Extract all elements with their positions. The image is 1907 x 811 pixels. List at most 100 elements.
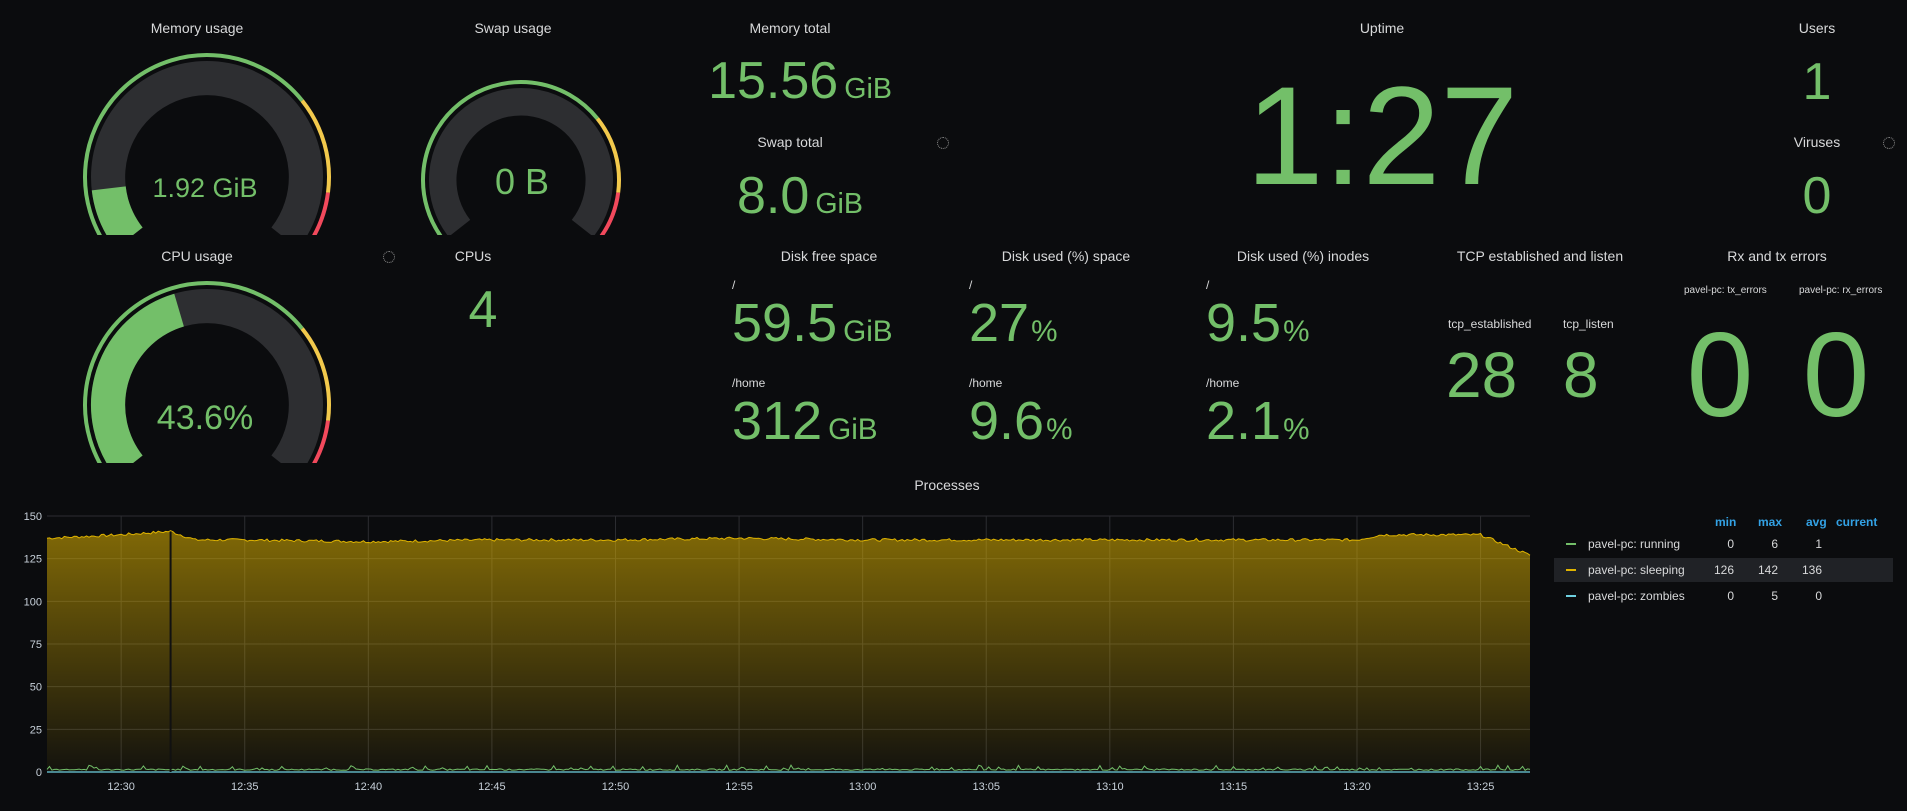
loading-spinner-icon (937, 137, 949, 149)
legend-item-avg: 0 (1815, 589, 1822, 603)
memory-total-unit: GiB (844, 73, 892, 105)
disk-used-space-home-value: 9.6% (969, 394, 1072, 448)
gauge-value-arc (91, 293, 185, 463)
processes-chart: 0 25 50 75 100 125 150 12:30 12:35 12:40 12:45 12:5… (24, 511, 1531, 793)
swap-total-title: Swap total (757, 134, 823, 150)
y-tick-label: 150 (24, 511, 42, 523)
legend-item-min: 0 (1727, 589, 1734, 603)
tcp-title: TCP established and listen (1456, 248, 1624, 264)
viruses-value: 0 (1802, 167, 1832, 225)
legend-item-label[interactable]: pavel-pc: running (1588, 537, 1680, 551)
legend-item-max: 6 (1771, 537, 1778, 551)
memory-usage-title: Memory usage (150, 20, 244, 36)
disk-free-root-label: / (732, 278, 736, 292)
legend-header-min[interactable]: min (1715, 515, 1736, 529)
disk-free-root-value: 59.5 GiB (732, 296, 893, 350)
tx-errors-label: pavel-pc: tx_errors (1684, 285, 1767, 296)
rx-errors-value: 0 (1802, 308, 1870, 442)
x-tick-label: 12:45 (478, 781, 506, 793)
disk-free-root-unit: GiB (843, 315, 893, 348)
series-area-sleeping (47, 530, 1530, 772)
x-tick-label: 12:55 (725, 781, 753, 793)
y-tick-label: 25 (30, 724, 42, 736)
disk-used-inodes-title: Disk used (%) inodes (1236, 248, 1370, 264)
x-tick-label: 12:50 (602, 781, 630, 793)
disk-used-inodes-root-label: / (1206, 278, 1210, 292)
disk-used-space-root-label: / (969, 278, 973, 292)
loading-spinner-icon (1883, 137, 1895, 149)
series-color-swatch (1566, 543, 1576, 545)
disk-used-space-root-unit: % (1031, 315, 1058, 348)
loading-spinner-icon (383, 251, 395, 263)
cpu-usage-value: 43.6% (156, 399, 254, 437)
legend-item-running[interactable]: pavel-pc: running 0 6 1 (1554, 532, 1893, 556)
x-tick-label: 12:35 (231, 781, 259, 793)
legend-item-avg: 136 (1801, 563, 1822, 577)
legend-item-label[interactable]: pavel-pc: zombies (1588, 589, 1685, 603)
disk-used-inodes-root-number: 9.5 (1206, 293, 1282, 353)
disk-used-inodes-home-number: 2.1 (1206, 391, 1282, 451)
disk-free-title: Disk free space (780, 248, 878, 264)
y-tick-label: 125 (24, 554, 42, 566)
tcp-established-label: tcp_established (1448, 317, 1532, 331)
series-color-swatch (1566, 569, 1576, 571)
disk-free-home-number: 312 (732, 391, 823, 451)
tcp-listen-label: tcp_listen (1563, 317, 1614, 331)
x-tick-label: 13:00 (849, 781, 877, 793)
users-value: 1 (1802, 53, 1832, 111)
legend-item-max: 142 (1757, 563, 1778, 577)
x-tick-label: 13:20 (1343, 781, 1371, 793)
cpus-value: 4 (468, 281, 498, 339)
disk-free-root-number: 59.5 (732, 293, 838, 353)
swap-total-unit: GiB (815, 188, 863, 220)
legend-item-min: 0 (1727, 537, 1734, 551)
memory-total-number: 15.56 (708, 52, 839, 110)
disk-used-space-home-label: /home (969, 376, 1003, 390)
legend-header-avg[interactable]: avg (1806, 515, 1827, 529)
swap-usage-value: 0 B (494, 161, 550, 202)
y-tick-label: 0 (36, 767, 42, 779)
uptime-value: 1:27 (1245, 57, 1519, 214)
swap-usage-title: Swap usage (474, 20, 552, 36)
legend-header-current[interactable]: current (1836, 515, 1877, 529)
y-tick-label: 75 (30, 639, 42, 651)
y-tick-label: 50 (30, 682, 42, 694)
swap-total-number: 8.0 (737, 167, 810, 225)
legend-item-avg: 1 (1815, 537, 1822, 551)
memory-total-title: Memory total (749, 20, 831, 36)
users-title: Users (1798, 20, 1836, 36)
memory-usage-gauge (83, 52, 331, 235)
tcp-established-value: 28 (1446, 339, 1518, 411)
x-tick-label: 13:25 (1467, 781, 1495, 793)
disk-used-inodes-home-unit: % (1283, 413, 1310, 446)
cpus-title: CPUs (454, 248, 492, 264)
memory-usage-value: 1.92 GiB (152, 173, 258, 203)
disk-used-space-title: Disk used (%) space (1001, 248, 1131, 264)
legend-item-max: 5 (1771, 589, 1778, 603)
x-tick-label: 12:40 (355, 781, 383, 793)
legend-header-max[interactable]: max (1758, 515, 1782, 529)
legend-item-label[interactable]: pavel-pc: sleeping (1588, 563, 1685, 577)
legend-item-sleeping[interactable]: pavel-pc: sleeping 126 142 136 (1554, 558, 1893, 582)
swap-total-value: 8.0 GiB (650, 170, 950, 222)
disk-used-inodes-home-value: 2.1% (1206, 394, 1309, 448)
x-tick-label: 13:15 (1220, 781, 1248, 793)
swap-usage-gauge (421, 80, 621, 235)
gauge-track (91, 61, 323, 235)
disk-used-space-home-unit: % (1046, 413, 1073, 446)
processes-title: Processes (914, 477, 980, 493)
tx-errors-value: 0 (1686, 308, 1754, 442)
disk-free-home-value: 312 GiB (732, 394, 878, 448)
x-tick-label: 13:10 (1096, 781, 1124, 793)
disk-free-home-unit: GiB (828, 413, 878, 446)
memory-total-value: 15.56 GiB (650, 55, 950, 107)
disk-free-home-label: /home (732, 376, 766, 390)
uptime-title: Uptime (1359, 20, 1405, 36)
rx-tx-title: Rx and tx errors (1727, 248, 1827, 264)
disk-used-inodes-home-label: /home (1206, 376, 1240, 390)
disk-used-inodes-root-unit: % (1283, 315, 1310, 348)
y-tick-label: 100 (24, 596, 42, 608)
legend-item-zombies[interactable]: pavel-pc: zombies 0 5 0 (1554, 584, 1893, 608)
rx-errors-label: pavel-pc: rx_errors (1799, 285, 1883, 296)
x-tick-label: 13:05 (972, 781, 1000, 793)
